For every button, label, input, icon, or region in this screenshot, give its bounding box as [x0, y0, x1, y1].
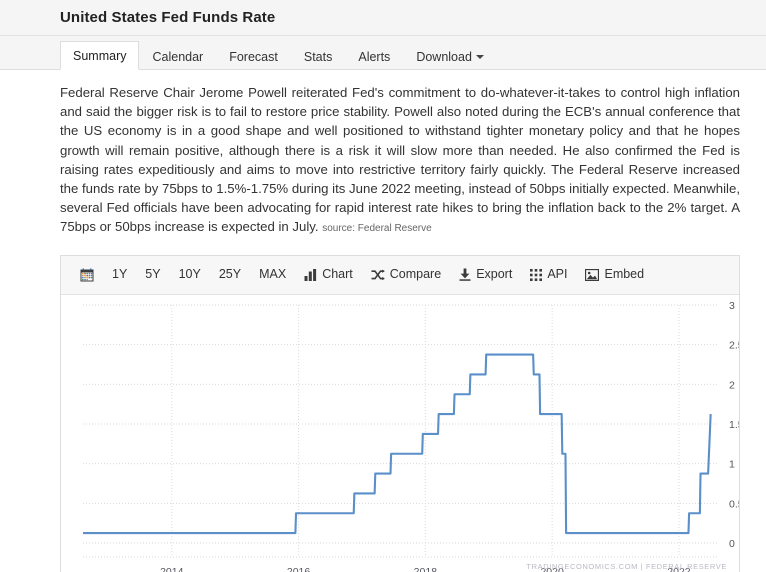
compare-label: Compare [389, 267, 442, 282]
range-10y-label: 10Y [178, 267, 201, 282]
api-label: API [547, 267, 568, 282]
x-axis-tick-label: 2016 [287, 566, 311, 572]
grid-icon [530, 268, 543, 281]
chart-type-label: Chart [322, 267, 353, 282]
range-max-label: MAX [259, 267, 287, 282]
chart-toolbar: 1Y 5Y 10Y 25Y MAX Chart Compare Export A… [61, 255, 739, 295]
embed-label: Embed [604, 267, 645, 282]
download-icon [459, 268, 471, 281]
tab-calendar[interactable]: Calendar [139, 42, 216, 71]
chart-panel: 1Y 5Y 10Y 25Y MAX Chart Compare Export A… [60, 254, 740, 572]
x-axis-tick-label: 2018 [414, 566, 438, 572]
y-axis-tick-label: 0 [729, 538, 735, 550]
tab-alerts[interactable]: Alerts [345, 42, 403, 71]
range-1y-button[interactable]: 1Y [103, 264, 136, 285]
chevron-down-icon [475, 55, 484, 60]
summary-paragraph: Federal Reserve Chair Jerome Powell reit… [60, 83, 740, 239]
range-25y-label: 25Y [218, 267, 242, 282]
chart-type-button[interactable]: Chart [295, 264, 362, 285]
fed-funds-rate-line-chart: 00.511.522.532014 2016 2018 2020 2022 [83, 300, 740, 572]
calendar-button[interactable] [71, 264, 103, 286]
tab-bar: Summary Calendar Forecast Stats Alerts D… [0, 36, 766, 70]
range-5y-button[interactable]: 5Y [136, 264, 169, 285]
range-10y-button[interactable]: 10Y [170, 264, 210, 285]
y-axis-tick-label: 1.5 [729, 419, 740, 431]
export-button[interactable]: Export [450, 264, 521, 285]
image-icon [585, 268, 600, 281]
tab-summary[interactable]: Summary [60, 40, 140, 70]
bar-chart-icon [304, 268, 317, 281]
export-label: Export [476, 267, 513, 282]
tab-download[interactable]: Download [403, 42, 497, 71]
api-button[interactable]: API [521, 264, 576, 285]
tab-alerts-label: Alerts [358, 49, 391, 64]
y-axis-tick-label: 2.5 [729, 339, 740, 351]
range-max-button[interactable]: MAX [250, 264, 295, 285]
tab-forecast[interactable]: Forecast [216, 42, 291, 71]
embed-button[interactable]: Embed [576, 264, 653, 285]
range-5y-label: 5Y [145, 267, 161, 282]
chart-watermark: TRADINGECONOMICS.COM | FEDERAL RESERVE [526, 561, 727, 571]
y-axis-tick-label: 3 [729, 300, 735, 312]
tab-download-label: Download [416, 49, 472, 64]
chart-series-line [83, 353, 712, 534]
y-axis-tick-label: 2 [729, 379, 735, 391]
x-axis-tick-label: 2014 [160, 566, 184, 572]
compare-button[interactable]: Compare [362, 264, 450, 285]
summary-body: Federal Reserve Chair Jerome Powell reit… [60, 85, 740, 235]
y-axis-tick-label: 0.5 [729, 498, 740, 510]
summary-source: source: Federal Reserve [322, 223, 432, 235]
tab-summary-label: Summary [73, 48, 127, 63]
summary-section: Federal Reserve Chair Jerome Powell reit… [0, 83, 766, 239]
calendar-icon [80, 268, 94, 282]
page-title: United States Fed Funds Rate [60, 9, 276, 26]
compare-icon [371, 269, 385, 281]
tab-calendar-label: Calendar [152, 49, 204, 64]
chart-plot-area[interactable]: 0 0.5 1 1.5 2 2.5 3 2014 2016 2018 2020 2022 TRADIN… [61, 294, 740, 572]
page-header: United States Fed Funds Rate [0, 0, 766, 36]
tab-stats[interactable]: Stats [291, 42, 346, 71]
y-axis-tick-label: 1 [729, 458, 735, 470]
tab-forecast-label: Forecast [229, 49, 278, 64]
range-1y-label: 1Y [112, 267, 128, 282]
page-root: United States Fed Funds Rate Summary Cal… [0, 0, 766, 572]
range-25y-button[interactable]: 25Y [210, 264, 250, 285]
tab-stats-label: Stats [303, 49, 333, 64]
